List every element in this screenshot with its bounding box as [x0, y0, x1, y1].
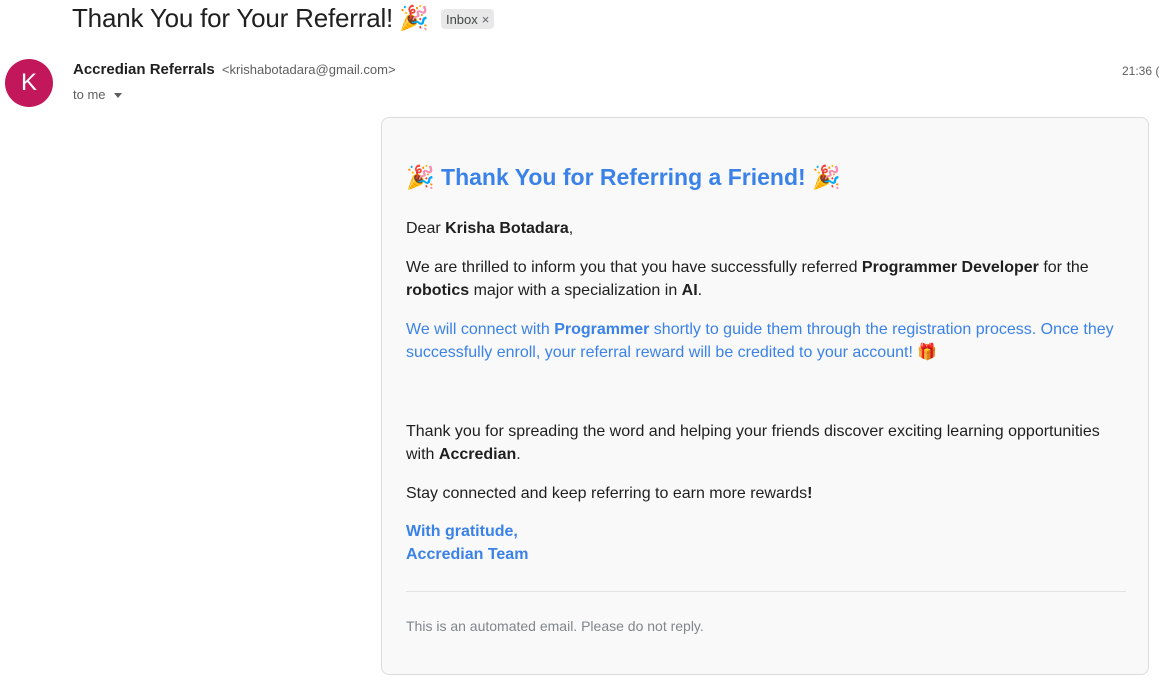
- party-popper-icon: 🎉: [812, 164, 841, 190]
- body-title-text: Thank You for Referring a Friend!: [441, 164, 806, 190]
- company-name: Accredian: [438, 446, 517, 463]
- signoff-team: Accredian Team: [406, 546, 529, 563]
- close-icon[interactable]: ×: [482, 12, 490, 27]
- next-steps-paragraph: We will connect with Programmer shortly …: [406, 318, 1126, 364]
- sender-line: Accredian Referrals <krishabotadara@gmai…: [73, 61, 396, 78]
- inbox-label-chip[interactable]: Inbox ×: [440, 9, 495, 29]
- referee-first-name: Programmer: [554, 321, 650, 338]
- email-timestamp: 21:36 (: [1122, 64, 1160, 78]
- email-body-card: 🎉 Thank You for Referring a Friend! 🎉 De…: [381, 117, 1149, 675]
- para1-text: .: [697, 282, 703, 299]
- sender-avatar[interactable]: K: [5, 59, 53, 107]
- para1-text: major with a specialization in: [469, 282, 682, 299]
- email-view: Thank You for Your Referral! 🎉 Inbox × K…: [0, 0, 1165, 691]
- sender-name[interactable]: Accredian Referrals: [73, 61, 215, 78]
- divider: [406, 591, 1126, 592]
- sender-email: <krishabotadara@gmail.com>: [221, 62, 396, 77]
- greeting-suffix: ,: [568, 220, 574, 237]
- recipient-details-toggle[interactable]: to me: [73, 87, 122, 102]
- para3-text: .: [516, 446, 521, 463]
- signoff-line: With gratitude,: [406, 523, 518, 540]
- para4-text: Stay connected and keep referring to ear…: [406, 485, 808, 502]
- signoff: With gratitude, Accredian Team: [406, 520, 528, 566]
- party-popper-icon: 🎉: [406, 164, 435, 190]
- thank-you-paragraph: Thank you for spreading the word and hel…: [406, 420, 1126, 466]
- recipient-name: Krisha Botadara: [445, 220, 569, 237]
- inbox-label-text: Inbox: [445, 11, 478, 27]
- greeting: Dear Krisha Botadara,: [406, 217, 1126, 240]
- exclamation-mark: !: [807, 485, 813, 502]
- referral-confirmation-paragraph: We are thrilled to inform you that you h…: [406, 256, 1126, 302]
- gift-icon: 🎁: [917, 344, 938, 361]
- referee-full-name: Programmer Developer: [861, 259, 1039, 276]
- greeting-prefix: Dear: [406, 220, 446, 237]
- stay-connected-paragraph: Stay connected and keep referring to ear…: [406, 482, 1126, 505]
- email-subject: Thank You for Your Referral!: [72, 2, 394, 33]
- subject-row: Thank You for Your Referral! 🎉 Inbox ×: [72, 0, 495, 36]
- para1-text: We are thrilled to inform you that you h…: [406, 259, 862, 276]
- party-popper-icon: 🎉: [399, 4, 429, 32]
- body-title: 🎉 Thank You for Referring a Friend! 🎉: [406, 164, 841, 191]
- chevron-down-icon[interactable]: [113, 92, 122, 98]
- para1-text: for the: [1038, 259, 1089, 276]
- automated-email-notice: This is an automated email. Please do no…: [406, 618, 704, 634]
- para2-text: We will connect with: [406, 321, 555, 338]
- recipient-text: to me: [73, 87, 106, 102]
- major-name: robotics: [406, 282, 470, 299]
- specialization-name: AI: [681, 282, 698, 299]
